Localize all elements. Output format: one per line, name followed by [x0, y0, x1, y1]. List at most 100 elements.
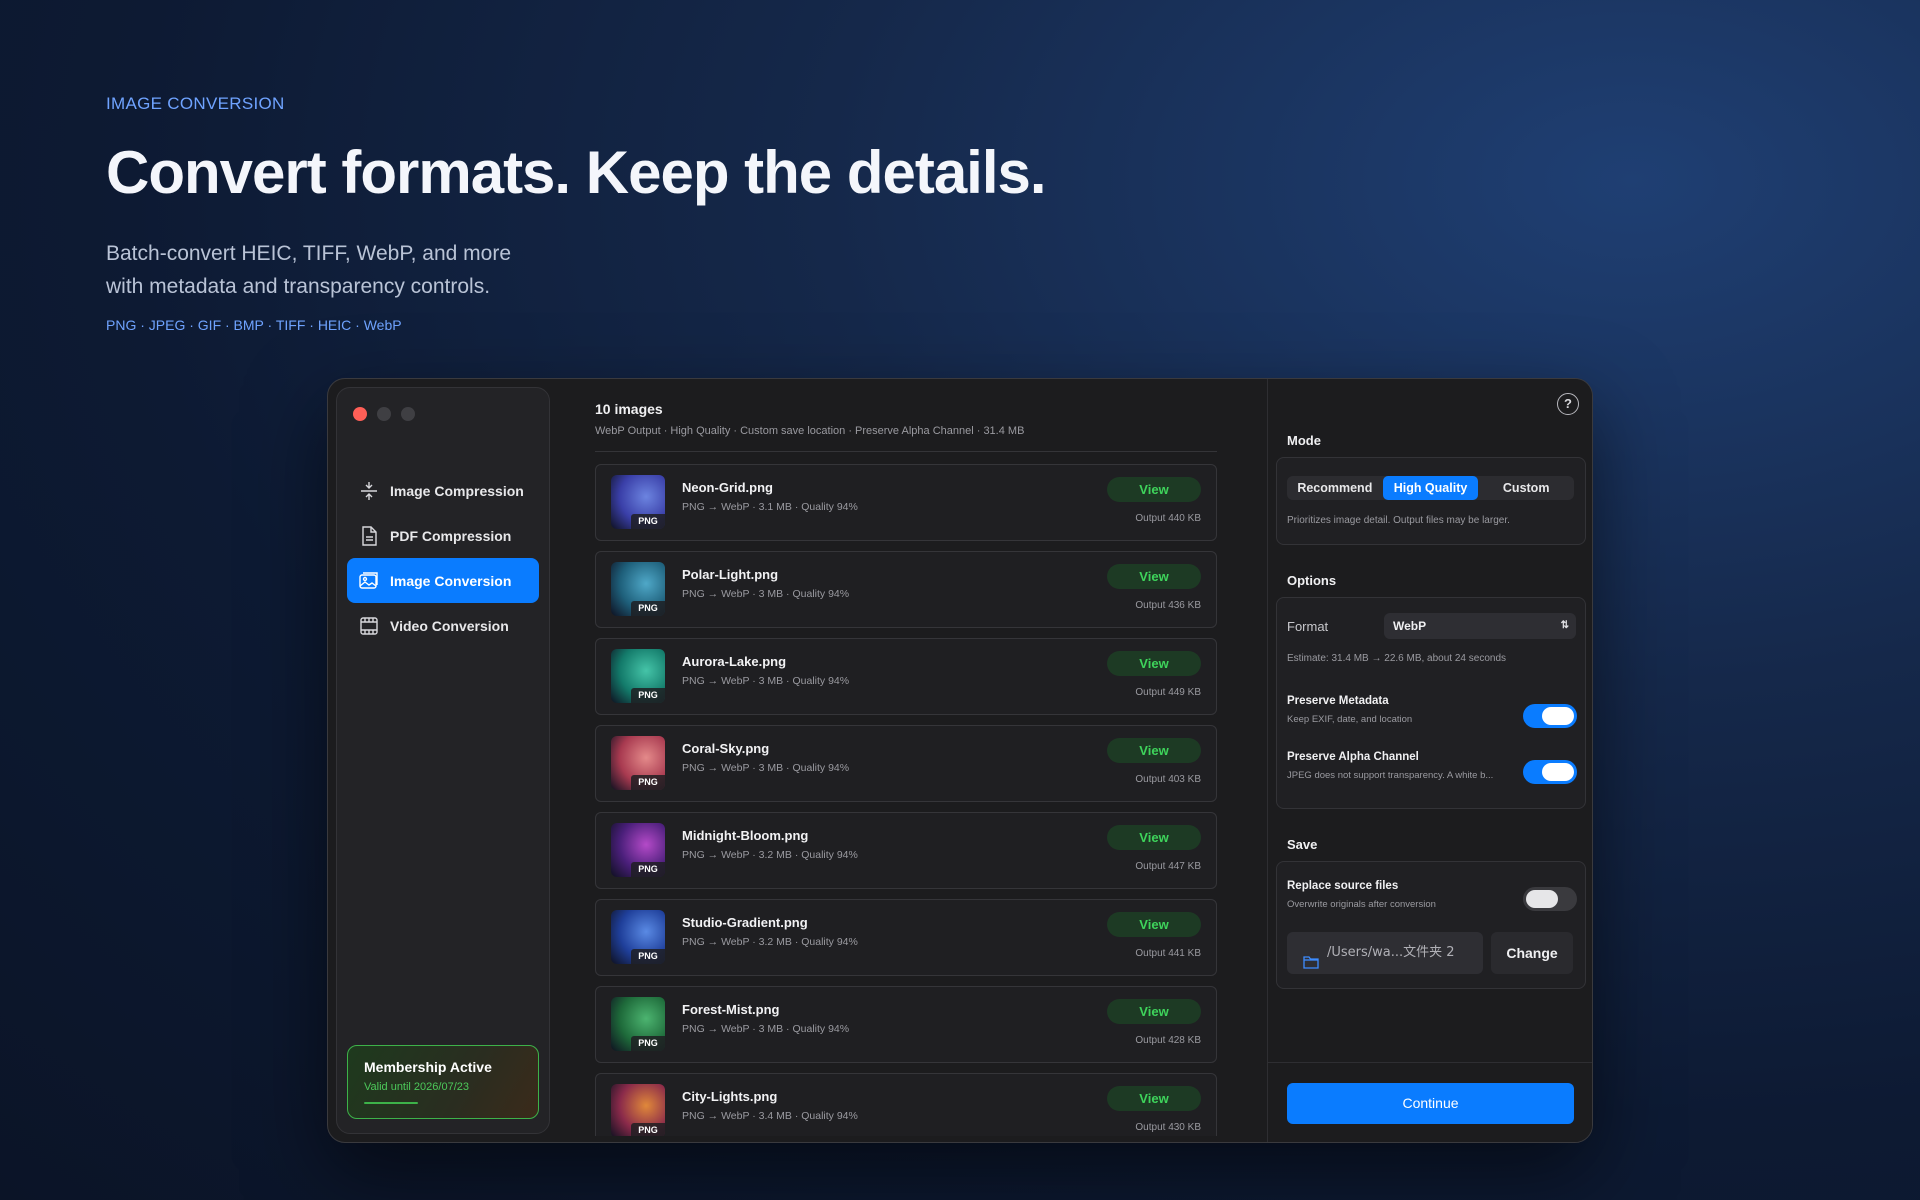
format-badge: PNG: [631, 775, 665, 790]
sidebar-item-label: Image Compression: [390, 482, 524, 499]
file-meta: PNG → WebP · 3.1 MB · Quality 94%: [682, 501, 858, 513]
format-badge: PNG: [631, 514, 665, 529]
continue-button[interactable]: Continue: [1287, 1083, 1574, 1124]
view-button[interactable]: View: [1107, 912, 1201, 937]
toggle-knob: [1542, 707, 1574, 725]
list-item: PNG Studio-Gradient.png PNG → WebP · 3.2…: [595, 899, 1217, 976]
compress-icon: [358, 480, 380, 502]
mode-recommend[interactable]: Recommend: [1287, 476, 1383, 500]
sidebar-item-label: Video Conversion: [390, 617, 509, 634]
preserve-metadata-title: Preserve Metadata: [1287, 695, 1389, 707]
list-item: PNG Aurora-Lake.png PNG → WebP · 3 MB · …: [595, 638, 1217, 715]
format-badge: PNG: [631, 949, 665, 964]
sidebar-item-image-compression[interactable]: Image Compression: [347, 468, 539, 513]
preserve-alpha-toggle[interactable]: [1523, 760, 1577, 784]
image-icon: [358, 570, 380, 592]
sidebar-nav: Image Compression PDF Compression Image …: [347, 468, 539, 648]
format-badge: PNG: [631, 1123, 665, 1136]
preserve-metadata-toggle[interactable]: [1523, 704, 1577, 728]
output-size: Output 441 KB: [1135, 948, 1201, 959]
format-label: Format: [1287, 619, 1329, 634]
output-size: Output 430 KB: [1135, 1122, 1201, 1133]
mode-note: Prioritizes image detail. Output files m…: [1287, 515, 1510, 526]
membership-card[interactable]: Membership Active Valid until 2026/07/23: [347, 1045, 539, 1119]
output-size: Output 436 KB: [1135, 600, 1201, 611]
subline: Batch-convert HEIC, TIFF, WebP, and more…: [106, 237, 566, 303]
sidebar-item-video-conversion[interactable]: Video Conversion: [347, 603, 539, 648]
mode-card: Recommend High Quality Custom Prioritize…: [1276, 457, 1586, 545]
sidebar-item-image-conversion[interactable]: Image Conversion: [347, 558, 539, 603]
replace-source-sub: Overwrite originals after conversion: [1287, 899, 1436, 910]
format-badge: PNG: [631, 688, 665, 703]
options-card: Format WebP ⇅ Estimate: 31.4 MB → 22.6 M…: [1276, 597, 1586, 809]
file-name: Neon-Grid.png: [682, 480, 773, 495]
subline-1: Batch-convert HEIC, TIFF, WebP, and more: [106, 242, 511, 265]
file-name: Polar-Light.png: [682, 567, 779, 582]
list-item: PNG Polar-Light.png PNG → WebP · 3 MB · …: [595, 551, 1217, 628]
toggle-knob: [1526, 890, 1558, 908]
format-value: WebP: [1393, 619, 1427, 633]
thumbnail: PNG: [611, 562, 665, 616]
divider: [595, 451, 1217, 452]
sidebar-item-label: Image Conversion: [390, 572, 512, 589]
file-list: PNG Neon-Grid.png PNG → WebP · 3.1 MB · …: [595, 464, 1227, 1136]
app-window: Image Compression PDF Compression Image …: [327, 378, 1593, 1143]
file-name: Studio-Gradient.png: [682, 915, 808, 930]
list-item: PNG Midnight-Bloom.png PNG → WebP · 3.2 …: [595, 812, 1217, 889]
list-item: PNG Coral-Sky.png PNG → WebP · 3 MB · Qu…: [595, 725, 1217, 802]
output-size: Output 428 KB: [1135, 1035, 1201, 1046]
thumbnail: PNG: [611, 997, 665, 1051]
membership-title: Membership Active: [364, 1059, 492, 1075]
format-select[interactable]: WebP ⇅: [1384, 613, 1576, 639]
options-title: Options: [1287, 573, 1337, 588]
file-name: Coral-Sky.png: [682, 741, 770, 756]
panel-footer: Continue: [1268, 1062, 1592, 1142]
list-item: PNG City-Lights.png PNG → WebP · 3.4 MB …: [595, 1073, 1217, 1136]
document-icon: [358, 525, 380, 547]
view-button[interactable]: View: [1107, 999, 1201, 1024]
change-path-button[interactable]: Change: [1491, 932, 1573, 974]
sidebar-item-pdf-compression[interactable]: PDF Compression: [347, 513, 539, 558]
output-size: Output 403 KB: [1135, 774, 1201, 785]
close-window-button[interactable]: [353, 407, 367, 421]
mode-custom[interactable]: Custom: [1478, 476, 1574, 500]
mode-segmented-control: Recommend High Quality Custom: [1287, 476, 1574, 500]
file-meta: PNG → WebP · 3.2 MB · Quality 94%: [682, 849, 858, 861]
view-button[interactable]: View: [1107, 651, 1201, 676]
format-badge: PNG: [631, 862, 665, 877]
membership-valid: Valid until 2026/07/23: [364, 1081, 469, 1093]
hero: IMAGE CONVERSION Convert formats. Keep t…: [106, 94, 1047, 333]
list-item: PNG Neon-Grid.png PNG → WebP · 3.1 MB · …: [595, 464, 1217, 541]
thumbnail: PNG: [611, 736, 665, 790]
replace-source-title: Replace source files: [1287, 880, 1399, 892]
output-size: Output 447 KB: [1135, 861, 1201, 872]
file-meta: PNG → WebP · 3 MB · Quality 94%: [682, 588, 850, 600]
file-name: City-Lights.png: [682, 1089, 778, 1104]
subline-2: with metadata and transparency controls.: [106, 275, 491, 298]
view-button[interactable]: View: [1107, 1086, 1201, 1111]
list-item: PNG Forest-Mist.png PNG → WebP · 3 MB · …: [595, 986, 1217, 1063]
view-button[interactable]: View: [1107, 564, 1201, 589]
file-name: Forest-Mist.png: [682, 1002, 780, 1017]
view-button[interactable]: View: [1107, 477, 1201, 502]
preserve-metadata-sub: Keep EXIF, date, and location: [1287, 714, 1413, 725]
mode-high-quality[interactable]: High Quality: [1382, 476, 1479, 500]
estimate-text: Estimate: 31.4 MB → 22.6 MB, about 24 se…: [1287, 653, 1507, 664]
file-meta: PNG → WebP · 3.4 MB · Quality 94%: [682, 1110, 858, 1122]
output-summary: WebP Output · High Quality · Custom save…: [595, 425, 1025, 437]
zoom-window-button[interactable]: [401, 407, 415, 421]
film-icon: [358, 615, 380, 637]
format-badge: PNG: [631, 601, 665, 616]
thumbnail: PNG: [611, 1084, 665, 1136]
view-button[interactable]: View: [1107, 825, 1201, 850]
file-name: Aurora-Lake.png: [682, 654, 787, 669]
save-path-field[interactable]: /Users/wa...文件夹 2: [1287, 932, 1483, 974]
replace-source-toggle[interactable]: [1523, 887, 1577, 911]
file-meta: PNG → WebP · 3.2 MB · Quality 94%: [682, 936, 858, 948]
view-button[interactable]: View: [1107, 738, 1201, 763]
mode-title: Mode: [1287, 433, 1321, 448]
minimize-window-button[interactable]: [377, 407, 391, 421]
format-badge: PNG: [631, 1036, 665, 1051]
help-icon[interactable]: ?: [1557, 393, 1579, 415]
output-size: Output 449 KB: [1135, 687, 1201, 698]
